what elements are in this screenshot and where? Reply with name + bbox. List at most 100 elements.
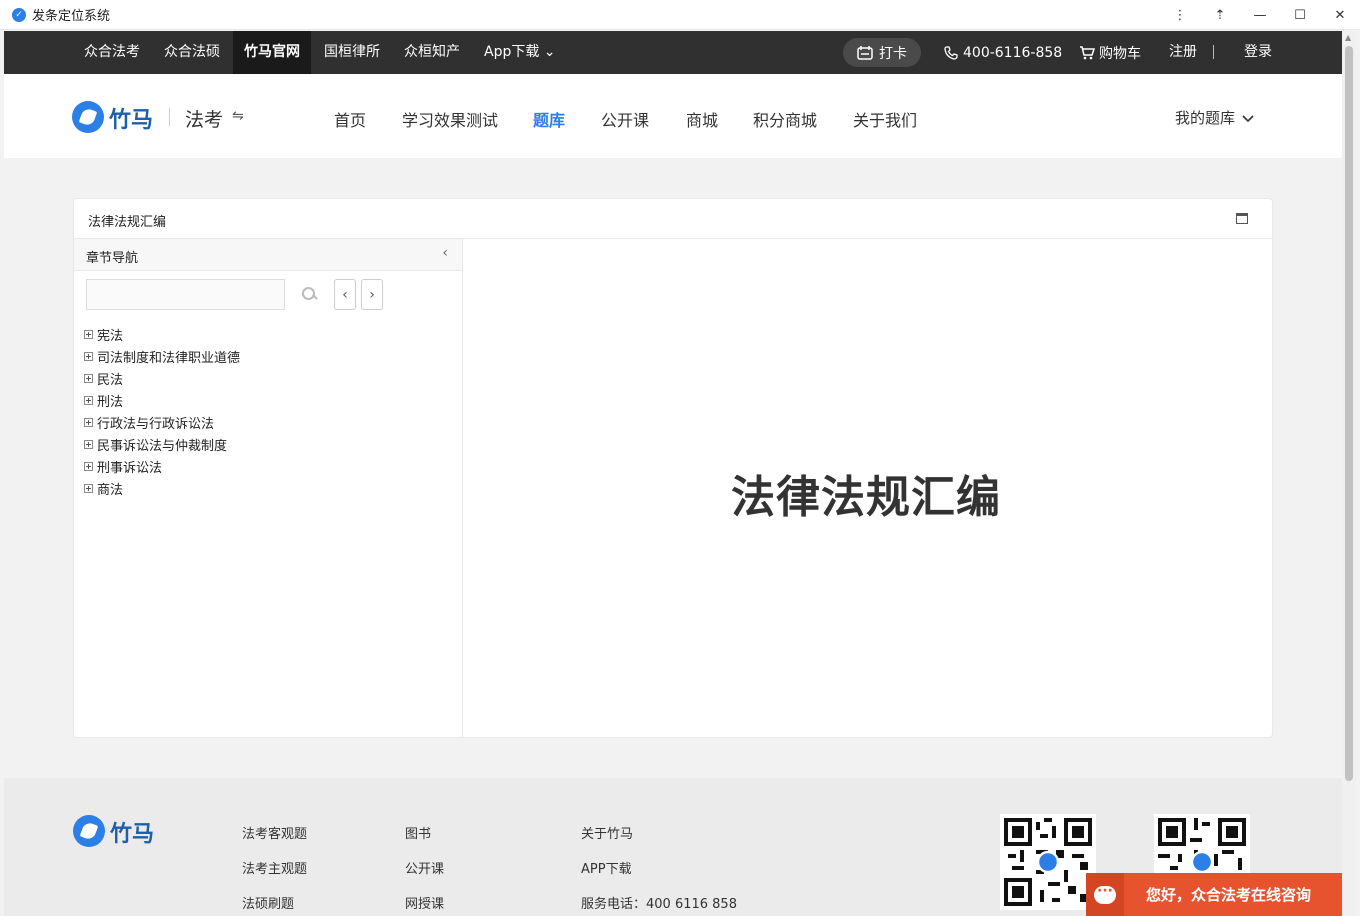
more-icon[interactable]: ⋮ xyxy=(1160,0,1200,30)
footer-link-app[interactable]: APP下载 xyxy=(581,858,632,877)
window-title: 发条定位系统 xyxy=(32,9,111,24)
logo-icon xyxy=(72,101,104,133)
logo-text: 竹马 xyxy=(109,108,154,133)
nav-learning-test[interactable]: 学习效果测试 xyxy=(402,107,498,131)
scroll-up-icon[interactable]: ▲ xyxy=(1345,33,1351,42)
site-header: 竹马 法考 ⇋ 首页 学习效果测试 题库 公开课 商城 积分商城 关于我们 我的… xyxy=(4,74,1342,158)
expand-icon[interactable] xyxy=(84,373,93,383)
app-icon: ✓ xyxy=(12,7,26,22)
expand-icon[interactable] xyxy=(84,483,93,493)
chapter-nav-title: 章节导航 xyxy=(86,251,139,266)
cart-label: 购物车 xyxy=(1099,45,1141,62)
phone-icon xyxy=(944,45,958,60)
topbar-link-guohuan-law[interactable]: 国桓律所 xyxy=(312,31,392,74)
chapter-nav-panel: 章节导航 ‹ ‹ › 宪法 司法制度和法律职业道德 民法 刑法 行政法与行政诉讼… xyxy=(74,239,463,737)
tree-item-label[interactable]: 民法 xyxy=(97,369,123,388)
prev-button[interactable]: ‹ xyxy=(334,279,356,310)
switch-icon[interactable]: ⇋ xyxy=(232,108,244,124)
chat-bubble-icon xyxy=(1086,873,1124,916)
expand-icon[interactable] xyxy=(84,329,93,339)
qr-code-image xyxy=(1000,814,1096,910)
next-button[interactable]: › xyxy=(361,279,383,310)
qr-code-icon xyxy=(1004,818,1092,906)
logo-icon xyxy=(73,815,105,847)
tree-item-label[interactable]: 商法 xyxy=(97,479,123,498)
divider xyxy=(169,108,170,126)
chevron-down-icon xyxy=(1242,114,1254,122)
card-title: 法律法规汇编 xyxy=(88,215,167,230)
tree-item[interactable]: 行政法与行政诉讼法 xyxy=(84,411,240,433)
top-bar: 众合法考 众合法硕 竹马官网 国桓律所 众桓知产 App下载 ⌄ 打卡 400-… xyxy=(4,31,1342,74)
tree-item-label[interactable]: 宪法 xyxy=(97,325,123,344)
subject-selector[interactable]: 法考 xyxy=(185,105,223,132)
topbar-link-app-download[interactable]: App下载 ⌄ xyxy=(472,31,568,74)
scrollbar-thumb[interactable] xyxy=(1345,46,1353,781)
online-consult-widget[interactable]: 您好，众合法考在线咨询 xyxy=(1086,873,1342,916)
footer-link-objective[interactable]: 法考客观题 xyxy=(242,823,307,842)
cart-link[interactable]: 购物车 xyxy=(1079,31,1141,74)
nav-question-bank[interactable]: 题库 xyxy=(533,107,565,131)
expand-icon[interactable] xyxy=(84,395,93,405)
nav-mall[interactable]: 商城 xyxy=(686,107,718,131)
cart-icon xyxy=(1080,45,1095,59)
chapter-search-input[interactable] xyxy=(86,279,285,310)
regulations-card: 法律法规汇编 章节导航 ‹ ‹ › 宪法 司法制度和法律职业道德 民法 刑法 行… xyxy=(73,198,1273,738)
topbar-link-zhongheFashuo[interactable]: 众合法硕 xyxy=(152,31,232,74)
card-header: 法律法规汇编 xyxy=(74,199,1272,239)
tree-item-label[interactable]: 司法制度和法律职业道德 xyxy=(97,347,240,366)
divider xyxy=(1213,45,1214,59)
topbar-link-zhonghuan-ip[interactable]: 众桓知产 xyxy=(392,31,472,74)
topbar-link-zhuma-official[interactable]: 竹马官网 xyxy=(233,31,311,74)
footer-logo-text: 竹马 xyxy=(110,822,155,847)
content-title: 法律法规汇编 xyxy=(731,472,1001,523)
nav-about-us[interactable]: 关于我们 xyxy=(853,107,917,131)
phone-link[interactable]: 400-6116-858 xyxy=(944,31,1062,74)
nav-home[interactable]: 首页 xyxy=(334,107,366,131)
footer-link-subjective[interactable]: 法考主观题 xyxy=(242,858,307,877)
tree-item-label[interactable]: 民事诉讼法与仲裁制度 xyxy=(97,435,227,454)
footer-link-about[interactable]: 关于竹马 xyxy=(581,823,633,842)
register-link[interactable]: 注册 xyxy=(1157,31,1209,74)
maximize-icon[interactable] xyxy=(1236,213,1248,224)
tree-item[interactable]: 刑法 xyxy=(84,389,240,411)
my-question-bank-label: 我的题库 xyxy=(1175,109,1236,127)
tree-item[interactable]: 商法 xyxy=(84,477,240,499)
footer-service-phone: 服务电话：400 6116 858 xyxy=(581,897,737,912)
expand-icon[interactable] xyxy=(84,351,93,361)
footer-link-books[interactable]: 图书 xyxy=(405,823,431,842)
expand-icon[interactable] xyxy=(84,417,93,427)
footer-link-fashuo[interactable]: 法硕刷题 xyxy=(242,893,294,912)
login-link[interactable]: 登录 xyxy=(1232,31,1284,74)
expand-icon[interactable] xyxy=(84,439,93,449)
footer-link-online-course[interactable]: 网授课 xyxy=(405,893,444,912)
minimize-button[interactable]: — xyxy=(1240,0,1280,30)
tree-item[interactable]: 宪法 xyxy=(84,323,240,345)
window-controls: ⋮ ⇡ — ☐ ✕ xyxy=(1160,0,1360,30)
chapter-tree: 宪法 司法制度和法律职业道德 民法 刑法 行政法与行政诉讼法 民事诉讼法与仲裁制… xyxy=(84,323,240,499)
close-button[interactable]: ✕ xyxy=(1320,0,1360,30)
nav-points-mall[interactable]: 积分商城 xyxy=(753,107,817,131)
tree-item-label[interactable]: 刑事诉讼法 xyxy=(97,457,162,476)
tree-item-label[interactable]: 刑法 xyxy=(97,391,123,410)
footer-link-open-class[interactable]: 公开课 xyxy=(405,858,444,877)
checkin-button[interactable]: 打卡 xyxy=(843,38,921,67)
search-icon[interactable] xyxy=(300,285,318,303)
pin-icon[interactable]: ⇡ xyxy=(1200,0,1240,30)
maximize-button[interactable]: ☐ xyxy=(1280,0,1320,30)
tree-item[interactable]: 司法制度和法律职业道德 xyxy=(84,345,240,367)
tree-item[interactable]: 民事诉讼法与仲裁制度 xyxy=(84,433,240,455)
online-consult-label: 您好，众合法考在线咨询 xyxy=(1146,886,1312,904)
tree-item-label[interactable]: 行政法与行政诉讼法 xyxy=(97,413,214,432)
tree-item[interactable]: 民法 xyxy=(84,367,240,389)
checkin-label: 打卡 xyxy=(879,45,907,62)
expand-icon[interactable] xyxy=(84,461,93,471)
my-question-bank-dropdown[interactable]: 我的题库 xyxy=(1175,107,1254,128)
collapse-icon[interactable]: ‹ xyxy=(442,245,448,261)
vertical-scrollbar[interactable]: ▲ xyxy=(1342,31,1356,916)
phone-number: 400-6116-858 xyxy=(963,44,1063,61)
nav-open-class[interactable]: 公开课 xyxy=(601,107,649,131)
tree-item[interactable]: 刑事诉讼法 xyxy=(84,455,240,477)
chapter-nav-header: 章节导航 ‹ xyxy=(74,239,462,271)
topbar-link-zhongheFakao[interactable]: 众合法考 xyxy=(72,31,152,74)
calendar-icon xyxy=(857,45,873,60)
